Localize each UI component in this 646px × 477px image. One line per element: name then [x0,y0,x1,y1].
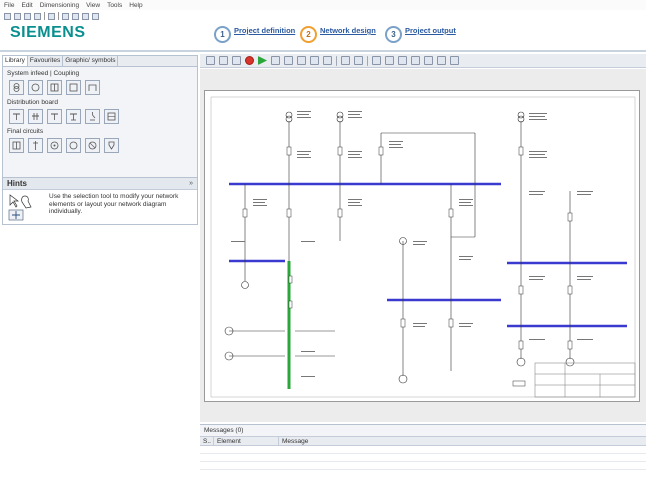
column-message[interactable]: Message [279,437,646,445]
transformer-symbol-icon[interactable] [9,80,24,95]
group-system-infeed: System infeed | Coupling [7,70,193,96]
coupling-symbol-icon[interactable] [85,80,100,95]
menu-bar: File Edit Dimensioning View Tools Help [0,0,646,10]
undo-icon[interactable] [62,12,69,20]
distribution-symbol-icon[interactable] [9,109,24,124]
tab-graphic-symbols[interactable]: Graphic/ symbols [63,56,119,66]
step-label: Network design [320,26,376,35]
menu-help[interactable]: Help [129,2,142,9]
new-icon[interactable] [4,12,11,20]
step-label: Project definition [234,26,296,35]
hints-header: Hints » [3,178,197,190]
fit-icon[interactable] [424,56,433,65]
toolbar-separator [44,12,45,20]
list-item [200,462,646,470]
tab-favourites[interactable]: Favourites [28,56,64,66]
image-icon[interactable] [341,56,350,65]
group-final-circuits: Final circuits [7,128,193,154]
load-symbol-icon[interactable] [9,138,24,153]
group-title: Final circuits [7,128,44,135]
view-mode-icon[interactable] [354,56,363,65]
sub-distribution-symbol-icon[interactable] [47,109,62,124]
switch-symbol-icon[interactable] [85,109,100,124]
lamp-symbol-icon[interactable] [85,138,100,153]
list-item [200,454,646,462]
header-divider [0,50,646,52]
toolbar-separator [336,55,337,66]
step-icon[interactable] [271,56,280,65]
canvas-toolbar [200,54,646,68]
messages-title: Messages (0) [204,427,244,434]
run-icon[interactable] [284,56,293,65]
save-icon[interactable] [24,12,31,20]
messages-panel: Messages (0) S.. Element Message [200,424,646,477]
check-icon[interactable] [310,56,319,65]
step-project-output[interactable]: 3 Project output [385,26,456,43]
paste-icon[interactable] [82,12,89,20]
quick-toolbar [4,10,99,22]
step-project-definition[interactable]: 1 Project definition [214,26,295,43]
step-number: 1 [214,26,231,43]
infeed-symbol-icon[interactable] [47,80,62,95]
column-status[interactable]: S.. [200,437,214,445]
list-item [200,446,646,454]
messages-list [200,446,646,477]
hints-text: Use the selection tool to modify your ne… [49,193,179,215]
group-distribution-board: Distribution board [7,99,193,125]
align-icon[interactable] [398,56,407,65]
tab-library[interactable]: Library [3,56,28,66]
step-label: Project output [405,26,456,35]
selection-tool-icon [7,193,45,225]
open-icon[interactable] [14,12,21,20]
library-tabs: Library Favourites Graphic/ symbols [3,56,197,67]
motor-symbol-icon[interactable] [47,138,62,153]
group-title: Distribution board [7,99,58,106]
network-diagram-sheet[interactable] [204,90,640,402]
delete-icon[interactable] [48,12,55,20]
toolbar-separator [58,12,59,20]
menu-dimensioning[interactable]: Dimensioning [40,2,79,9]
menu-edit[interactable]: Edit [21,2,32,9]
panel-symbol-icon[interactable] [104,109,119,124]
column-element[interactable]: Element [214,437,279,445]
menu-tools[interactable]: Tools [107,2,122,9]
network-diagram [210,96,636,398]
menu-file[interactable]: File [4,2,14,9]
feeder-symbol-icon[interactable] [66,109,81,124]
step-network-design[interactable]: 2 Network design [300,26,376,43]
step-number: 2 [300,26,317,43]
siemens-logo: SIEMENS [10,24,86,41]
copy-icon[interactable] [72,12,79,20]
frame-icon[interactable] [437,56,446,65]
tree-icon[interactable] [323,56,332,65]
generator-symbol-icon[interactable] [28,80,43,95]
hints-collapse-icon[interactable]: » [189,180,193,187]
stop-icon[interactable] [245,56,254,65]
library-panel: Library Favourites Graphic/ symbols Syst… [2,55,198,190]
hints-panel: Hints » Use the selection tool to modify… [2,177,198,225]
play-icon[interactable] [258,56,267,65]
info-icon[interactable] [450,56,459,65]
left-panel-blank [2,226,198,476]
cable-symbol-icon[interactable] [28,138,43,153]
toolbar-separator [367,55,368,66]
step-number: 3 [385,26,402,43]
layout-icon[interactable] [232,56,241,65]
messages-header: S.. Element Message [200,436,646,446]
socket-symbol-icon[interactable] [66,138,81,153]
select-icon[interactable] [219,56,228,65]
ups-symbol-icon[interactable] [66,80,81,95]
save-as-icon[interactable] [34,12,41,20]
hints-title: Hints [7,179,27,188]
zoom-in-icon[interactable] [372,56,381,65]
busbar-symbol-icon[interactable] [28,109,43,124]
pencil-icon[interactable] [206,56,215,65]
zoom-out-icon[interactable] [385,56,394,65]
grid-icon[interactable] [411,56,420,65]
cut-icon[interactable] [92,12,99,20]
menu-view[interactable]: View [86,2,100,9]
snap-icon[interactable] [297,56,306,65]
group-title: System infeed | Coupling [7,70,80,77]
capacitor-symbol-icon[interactable] [104,138,119,153]
